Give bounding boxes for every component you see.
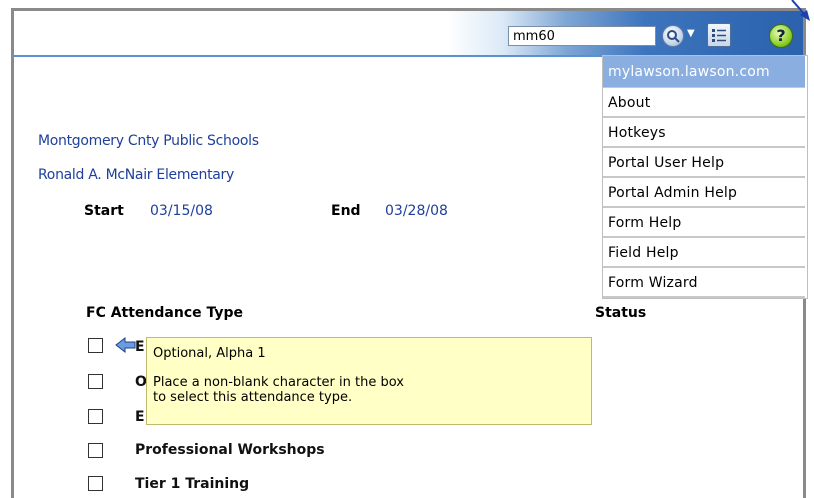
menu-item-mylawson[interactable]: mylawson.lawson.com	[603, 56, 805, 88]
help-button[interactable]: ?	[769, 24, 793, 48]
attendance-checkbox[interactable]	[88, 374, 103, 389]
attendance-type-label: Tier 1 Training	[135, 476, 250, 492]
pointer-arrow-icon	[791, 0, 810, 21]
attendance-type-header: FC Attendance Type	[86, 305, 244, 321]
school-name: Ronald A. McNair Elementary	[38, 167, 234, 183]
chevron-down-icon[interactable]: ▼	[687, 28, 695, 39]
toolbar	[14, 11, 803, 55]
field-tooltip: Optional, Alpha 1 Place a non-blank char…	[146, 337, 592, 425]
attendance-checkbox[interactable]	[88, 443, 103, 458]
menu-item-portal-user-help[interactable]: Portal User Help	[603, 148, 805, 178]
arrow-left-icon	[115, 336, 136, 354]
menu-item-form-help[interactable]: Form Help	[603, 208, 805, 238]
attendance-checkbox[interactable]	[88, 476, 103, 491]
checklist-icon	[712, 29, 726, 42]
attendance-type-label: Professional Workshops	[135, 442, 325, 458]
menu-item-form-wizard[interactable]: Form Wizard	[603, 268, 805, 298]
bookmarks-button[interactable]	[707, 23, 731, 47]
attendance-checkbox[interactable]	[88, 338, 103, 353]
tooltip-text-line: to select this attendance type.	[153, 390, 353, 405]
magnifier-icon	[667, 30, 680, 43]
attendance-checkbox[interactable]	[88, 409, 103, 424]
start-label: Start	[84, 203, 124, 219]
menu-item-about[interactable]: About	[603, 88, 805, 118]
help-menu: mylawson.lawson.com About Hotkeys Portal…	[602, 55, 808, 299]
menu-item-portal-admin-help[interactable]: Portal Admin Help	[603, 178, 805, 208]
tooltip-title: Optional, Alpha 1	[153, 346, 266, 361]
menu-item-hotkeys[interactable]: Hotkeys	[603, 118, 805, 148]
attendance-type-label: E	[135, 409, 145, 425]
tooltip-text-line: Place a non-blank character in the box	[153, 375, 404, 390]
end-label: End	[331, 203, 361, 219]
start-date[interactable]: 03/15/08	[150, 203, 213, 219]
district-name: Montgomery Cnty Public Schools	[38, 133, 259, 149]
menu-item-field-help[interactable]: Field Help	[603, 238, 805, 268]
question-icon: ?	[776, 26, 786, 45]
search-input[interactable]	[508, 26, 656, 46]
status-header: Status	[595, 305, 647, 321]
attendance-type-label: E	[135, 339, 145, 355]
end-date[interactable]: 03/28/08	[385, 203, 448, 219]
search-button[interactable]	[662, 25, 684, 47]
